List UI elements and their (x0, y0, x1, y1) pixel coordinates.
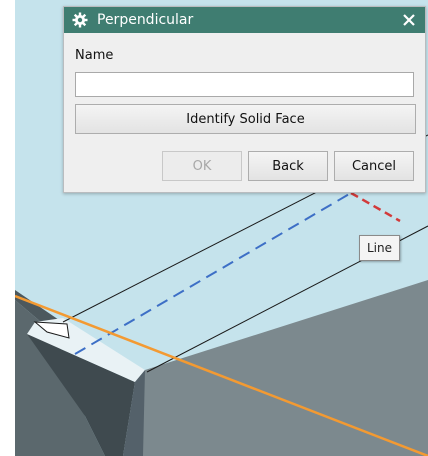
perpendicular-dialog: Perpendicular Name Identify Solid Face O… (63, 6, 426, 193)
line-tooltip: Line (359, 235, 400, 261)
name-label: Name (75, 48, 114, 63)
identify-solid-face-button[interactable]: Identify Solid Face (75, 104, 416, 134)
dialog-titlebar[interactable]: Perpendicular (64, 7, 425, 33)
ok-button[interactable]: OK (162, 151, 242, 181)
close-icon[interactable] (399, 10, 419, 30)
dialog-title: Perpendicular (97, 12, 194, 28)
back-button[interactable]: Back (248, 151, 328, 181)
cancel-button[interactable]: Cancel (334, 151, 414, 181)
name-input[interactable] (75, 72, 414, 97)
gear-icon (72, 12, 88, 28)
